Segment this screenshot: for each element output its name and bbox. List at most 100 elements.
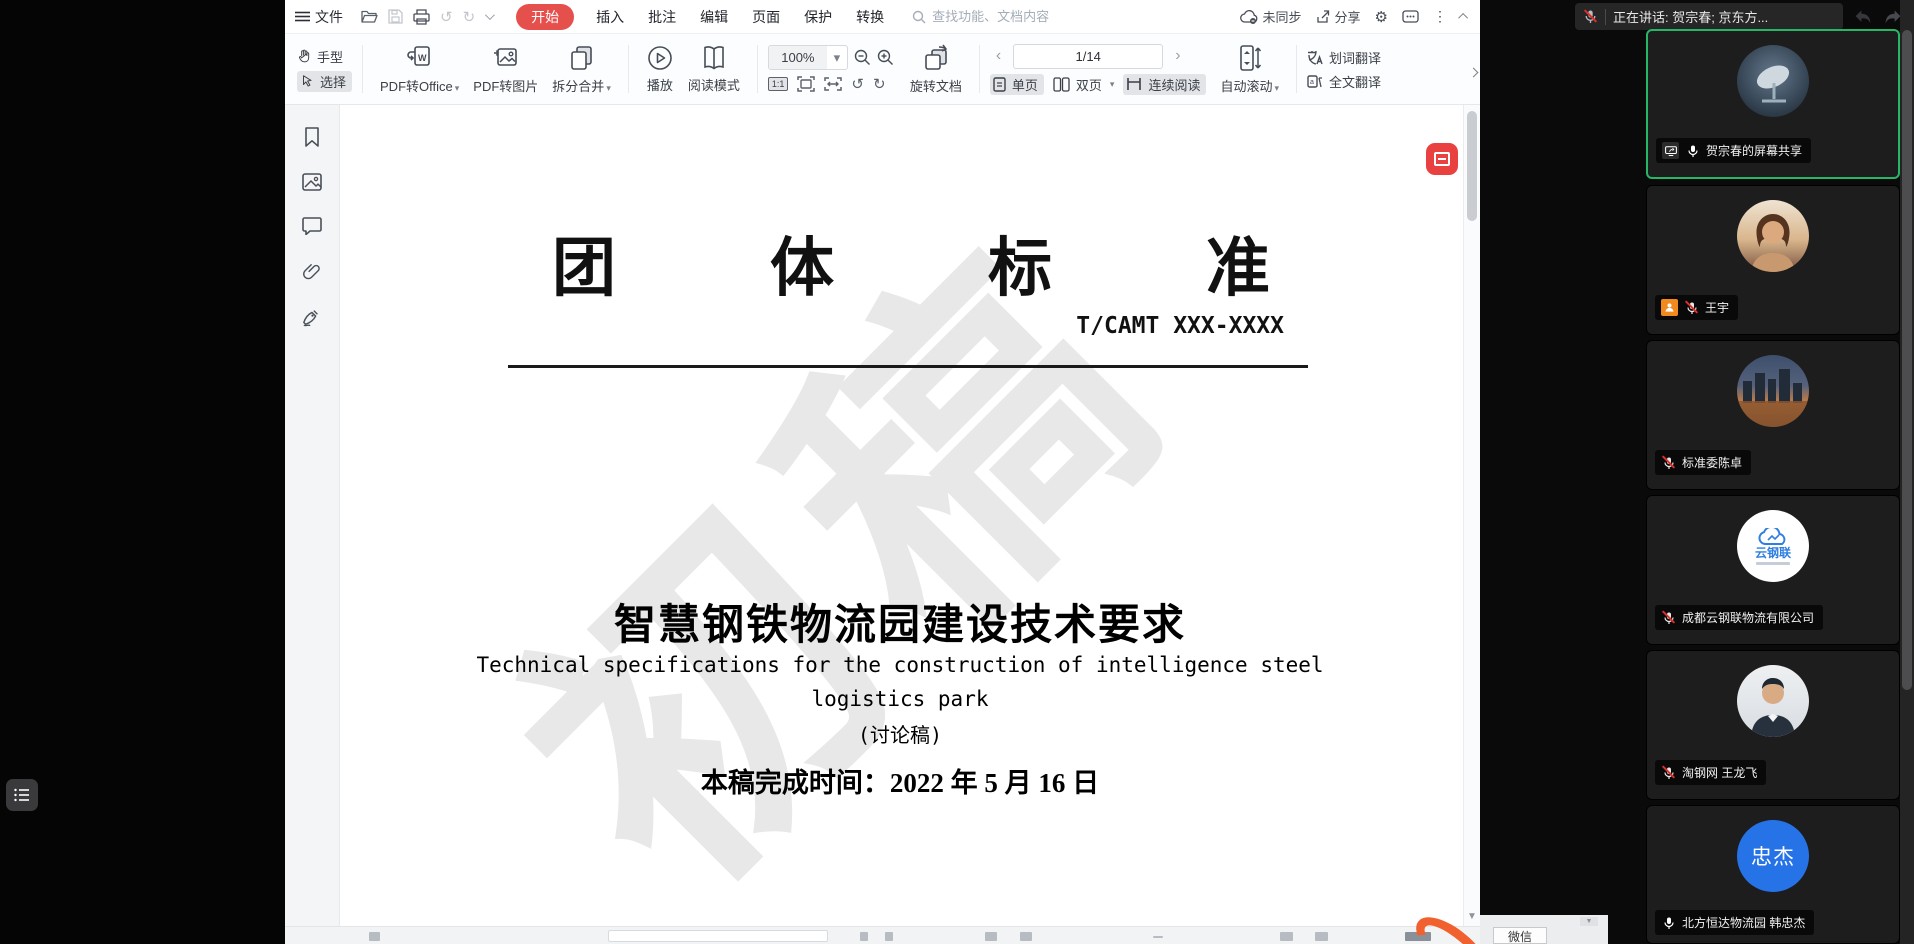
signature-icon[interactable] (301, 307, 323, 327)
single-page-label: 单页 (1012, 75, 1038, 94)
meeting-back-icon[interactable] (1848, 3, 1878, 30)
quick-access-toolbar: ↺ ↻ (361, 8, 492, 26)
completion-date: 本稿完成时间：2022 年 5 月 16 日 (340, 761, 1460, 800)
document-viewer[interactable]: 初稿 团体标准 T/CAMT XXX-XXXX 智慧钢铁物流园建设技术要求 Te… (340, 105, 1480, 926)
tab-convert[interactable]: 转换 (854, 4, 886, 30)
participant-tile[interactable]: 淘钢网 王龙飞 (1646, 650, 1900, 800)
statusbar-icon[interactable] (860, 932, 868, 941)
next-page-icon[interactable]: › (1169, 47, 1186, 65)
participant-tile[interactable]: 忠杰 北方恒达物流园 韩忠杰 (1646, 805, 1900, 944)
tab-home[interactable]: 开始 (516, 4, 574, 30)
pdf-to-image-button[interactable]: PDF转图片 (466, 41, 545, 97)
statusbar-icon[interactable] (985, 932, 997, 941)
double-page-button[interactable]: 双页 ▾ (1053, 75, 1115, 94)
undo-icon[interactable]: ↺ (440, 8, 453, 26)
zoom-out-icon[interactable] (854, 49, 871, 66)
scrollbar-thumb[interactable] (1467, 111, 1477, 221)
zoom-in-icon[interactable] (877, 49, 894, 66)
file-menu-label: 文件 (315, 7, 343, 27)
mic-muted-icon (1661, 765, 1676, 780)
statusbar-icon[interactable] (369, 932, 380, 941)
statusbar-icon[interactable] (1280, 932, 1293, 941)
share-label: 分享 (1335, 7, 1361, 26)
standard-code: T/CAMT XXX-XXXX (1076, 313, 1284, 339)
read-mode-button[interactable]: 阅读模式 (681, 42, 747, 96)
redo-icon[interactable]: ↻ (463, 8, 476, 26)
company-logo-text: 云钢联 (1755, 547, 1791, 559)
statusbar-input[interactable] (608, 930, 828, 942)
image-icon[interactable] (302, 173, 322, 191)
qat-more-icon[interactable] (485, 10, 495, 20)
page-indicator[interactable]: 1/14 (1013, 44, 1163, 69)
full-translate-button[interactable]: a 全文翻译 (1307, 72, 1393, 91)
meeting-scrollbar-thumb[interactable] (1902, 30, 1912, 690)
print-icon[interactable] (413, 9, 430, 25)
double-page-label: 双页 (1076, 75, 1102, 94)
document-scrollbar[interactable]: ▼ (1463, 105, 1480, 926)
play-button[interactable]: 播放 (639, 42, 681, 96)
file-menu[interactable]: 文件 (295, 7, 343, 27)
participant-tile[interactable]: 标准委陈卓 (1646, 340, 1900, 490)
cursor-icon (300, 74, 314, 88)
participant-name: 成都云钢联物流有限公司 (1682, 609, 1814, 626)
zoom-dropdown-icon: ▾ (827, 50, 847, 66)
rotate-right-icon[interactable]: ↻ (873, 75, 886, 93)
participant-tile[interactable]: 云钢联 成都云钢联物流有限公司 (1646, 495, 1900, 645)
meeting-scrollbar[interactable] (1900, 0, 1914, 944)
fit-width-icon[interactable] (824, 77, 842, 91)
share-button[interactable]: 分享 (1316, 7, 1361, 26)
pdf-to-image-label: PDF转图片 (473, 76, 538, 95)
settings-gear-icon[interactable]: ⚙ (1375, 8, 1388, 26)
logo-subtext-bar (1756, 562, 1790, 565)
rotate-left-icon[interactable]: ↺ (851, 75, 864, 93)
actual-size-button[interactable]: 1:1 (768, 77, 789, 91)
rotate-document-button[interactable]: 旋转文档 (903, 41, 969, 97)
statusbar-icon[interactable] (885, 932, 893, 941)
collapse-ribbon-icon[interactable] (1458, 13, 1468, 23)
select-tool-button[interactable]: 选择 (297, 71, 352, 92)
participant-tile[interactable]: 王宇 (1646, 185, 1900, 335)
document-subtitle-en-1: Technical specifications for the constru… (340, 653, 1460, 677)
open-icon[interactable] (361, 9, 378, 24)
more-options-icon[interactable]: ⋮ (1433, 8, 1447, 25)
fit-page-icon[interactable] (797, 76, 815, 92)
book-icon (699, 44, 729, 72)
sync-status[interactable]: 未同步 (1240, 7, 1302, 26)
auto-scroll-button[interactable]: 自动滚动▾ (1213, 41, 1286, 97)
statusbar-zoom-out[interactable] (1153, 936, 1163, 938)
comment-icon[interactable] (302, 217, 322, 235)
tab-annotate[interactable]: 批注 (646, 4, 678, 30)
floating-list-button[interactable] (6, 779, 38, 811)
scrollbar-down-arrow[interactable]: ▼ (1467, 911, 1477, 922)
participant-tile[interactable]: 贺宗春的屏幕共享 (1646, 29, 1900, 179)
hand-tool-button[interactable]: 手型 (297, 47, 352, 66)
toolbar-expand-icon[interactable] (1469, 68, 1479, 78)
prev-page-icon[interactable]: ‹ (990, 47, 1007, 65)
zoom-select[interactable]: 100% ▾ (768, 45, 848, 70)
word-translate-button[interactable]: 划词翻译 (1307, 48, 1393, 67)
dropdown-arrow-icon: ▾ (1274, 83, 1279, 93)
search-input[interactable] (932, 9, 1082, 24)
participant-name: 贺宗春的屏幕共享 (1706, 142, 1802, 159)
tab-edit[interactable]: 编辑 (698, 4, 730, 30)
tab-page[interactable]: 页面 (750, 4, 782, 30)
participant-initials: 忠杰 (1751, 841, 1795, 871)
single-page-button[interactable]: 单页 (990, 74, 1044, 95)
tab-insert[interactable]: 插入 (594, 4, 626, 30)
attachment-icon[interactable] (302, 261, 322, 281)
pdf-to-office-button[interactable]: W PDF转Office▾ (373, 41, 466, 97)
menubar: 文件 ↺ ↻ 开始 插入 批注 编辑 页面 保护 转换 (285, 0, 1480, 33)
bookmark-icon[interactable] (303, 127, 321, 147)
continuous-read-button[interactable]: 连续阅读 (1123, 74, 1206, 95)
statusbar-icon[interactable] (1020, 932, 1032, 941)
hand-icon (297, 49, 311, 63)
save-icon[interactable] (388, 9, 403, 24)
tab-protect[interactable]: 保护 (802, 4, 834, 30)
statusbar-icon[interactable] (1315, 932, 1328, 941)
search-box[interactable] (912, 9, 1082, 24)
feedback-icon[interactable] (1402, 10, 1419, 24)
split-merge-button[interactable]: 拆分合并▾ (545, 41, 618, 97)
split-merge-label: 拆分合并 (552, 79, 604, 94)
desktop-screen: 文件 ↺ ↻ 开始 插入 批注 编辑 页面 保护 转换 (0, 0, 1914, 944)
pdf-floating-badge[interactable] (1426, 143, 1458, 175)
